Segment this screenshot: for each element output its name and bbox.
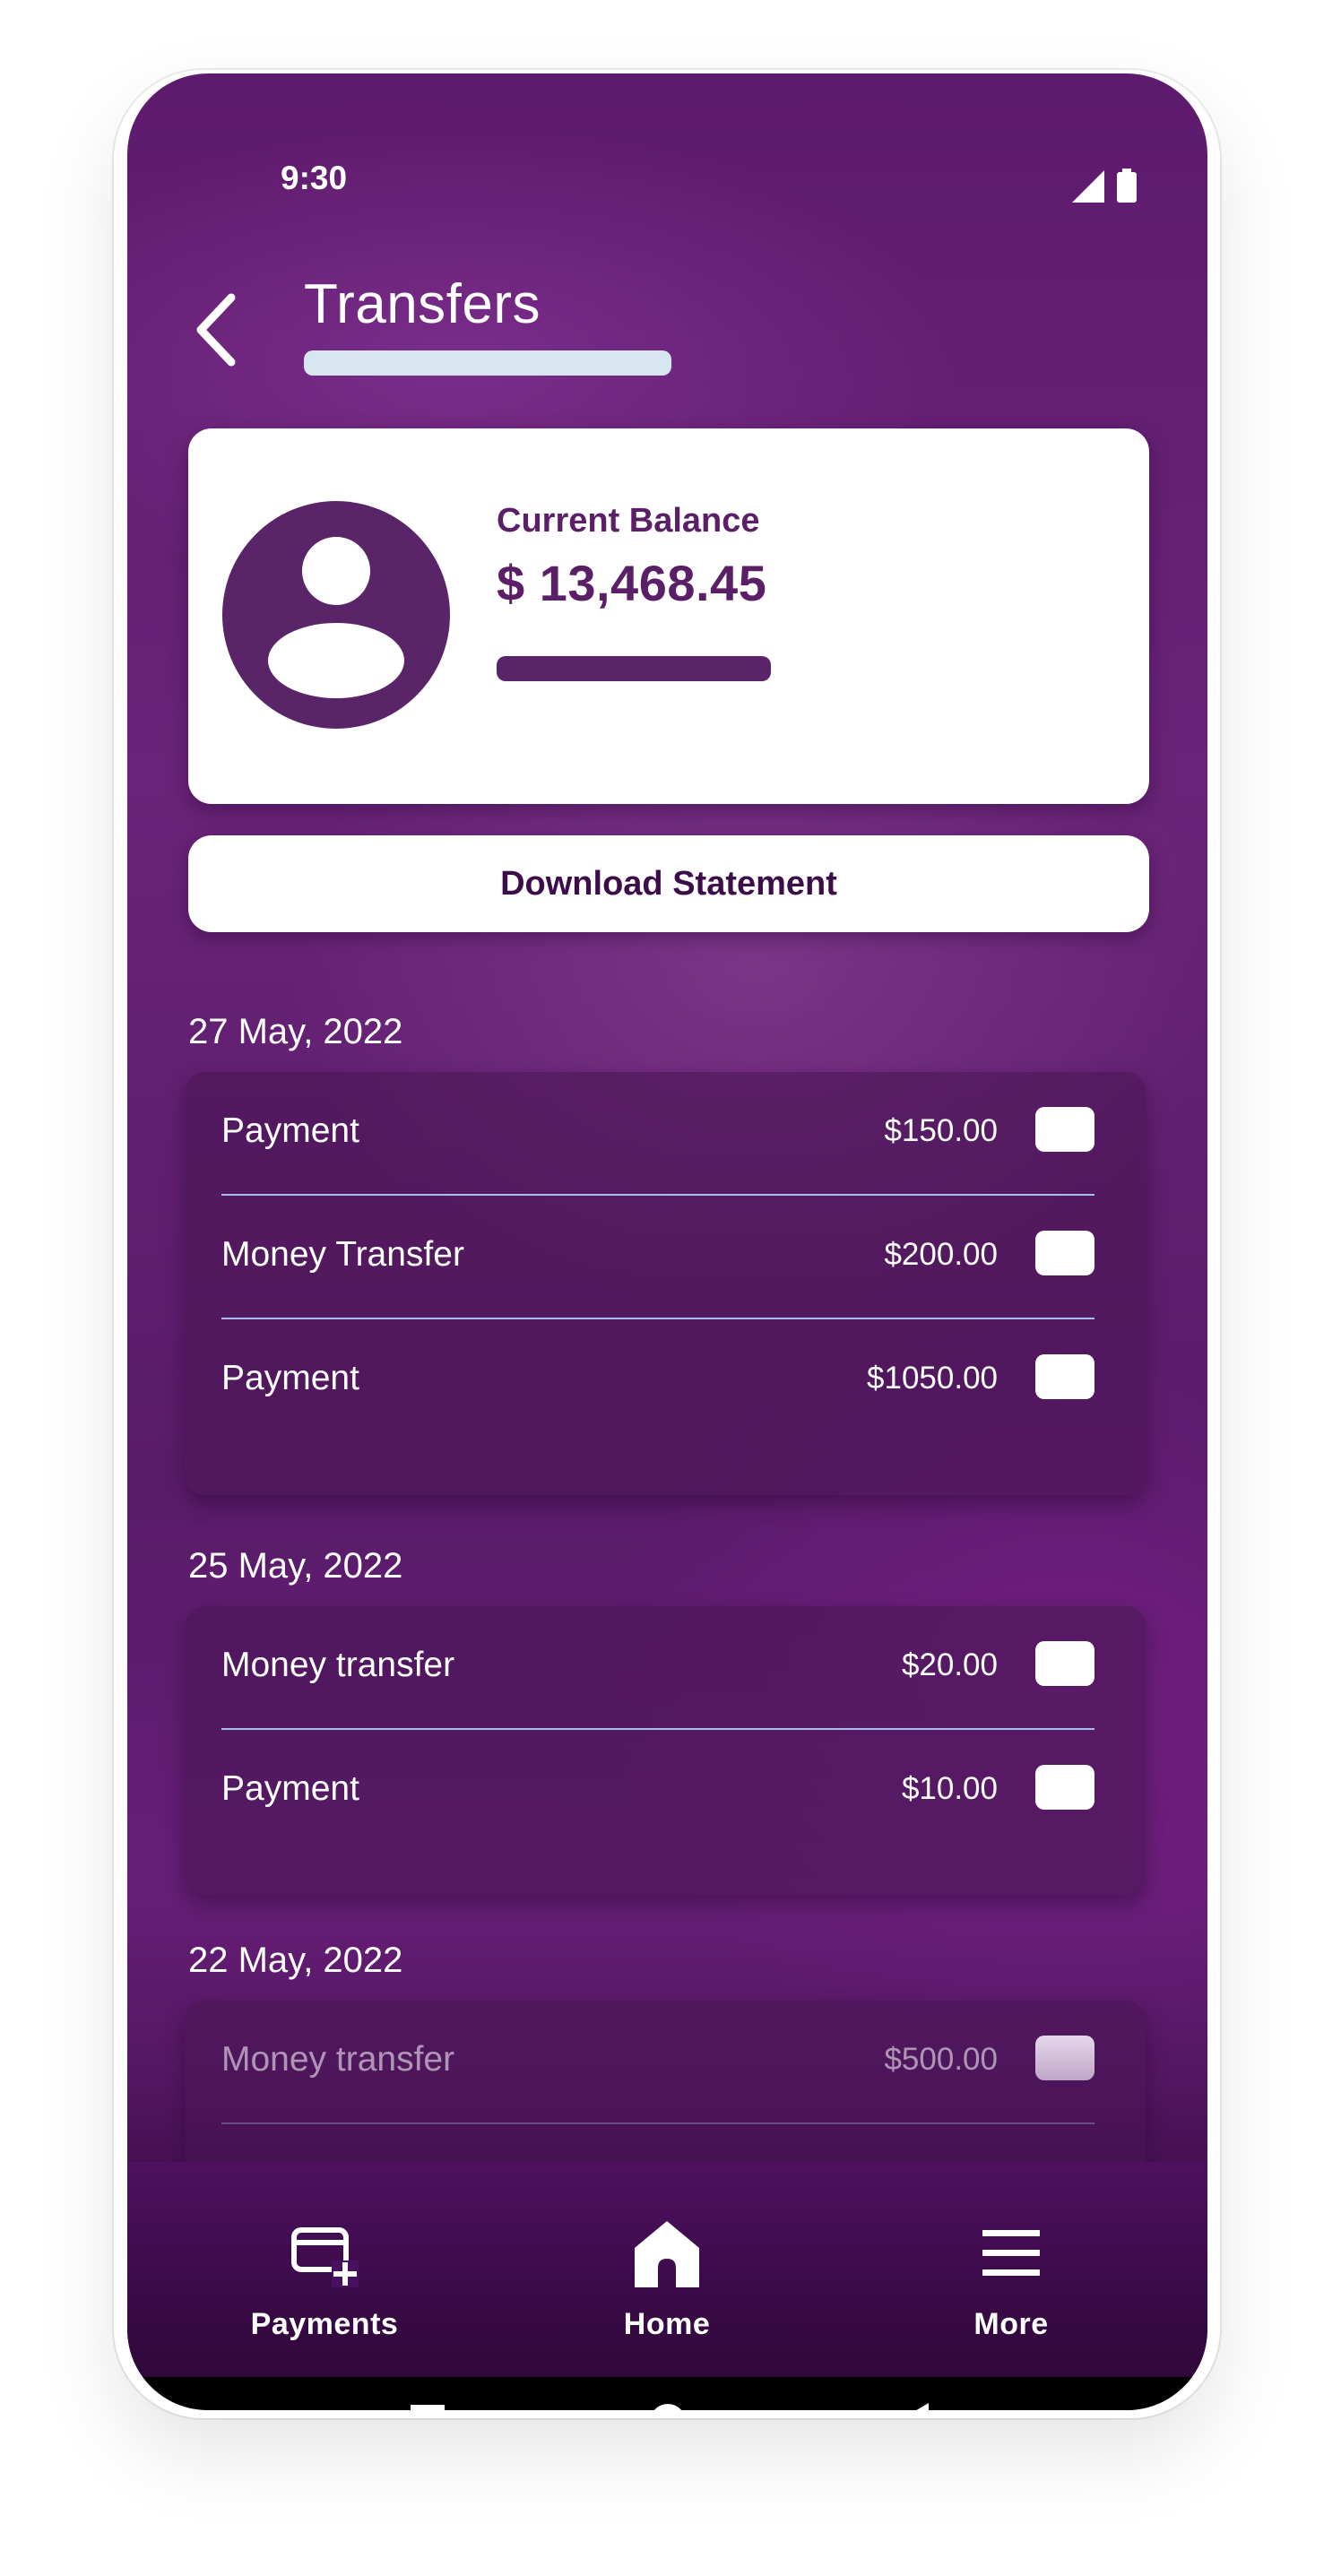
transaction-row[interactable]: Money Transfer $200.00 — [221, 1196, 1094, 1319]
menu-icon — [982, 2230, 1040, 2276]
transaction-checkbox[interactable] — [1035, 1107, 1094, 1152]
nav-label: Home — [623, 2307, 711, 2341]
battery-icon — [1117, 169, 1137, 203]
transaction-row[interactable]: Money transfer $500.00 — [221, 2001, 1094, 2124]
nav-label: More — [973, 2307, 1049, 2341]
chevron-left-icon — [196, 293, 236, 367]
transaction-amount: $1050.00 — [867, 1361, 998, 1396]
back-button[interactable] — [186, 285, 249, 375]
user-avatar-icon — [222, 501, 450, 729]
transaction-row[interactable]: Payment $10.00 — [221, 1730, 1094, 1854]
date-label: 27 May, 2022 — [188, 1012, 403, 1051]
system-nav-bar — [127, 2377, 1207, 2410]
download-statement-button[interactable]: Download Statement — [188, 835, 1149, 932]
card-add-icon — [291, 2227, 359, 2287]
balance-label: Current Balance — [497, 502, 760, 540]
page-title: Transfers — [304, 273, 541, 335]
transaction-amount: $10.00 — [901, 1771, 998, 1806]
signal-icon — [1072, 170, 1104, 203]
nav-item-home[interactable]: Home — [532, 2162, 801, 2386]
nav-item-more[interactable]: More — [877, 2162, 1146, 2386]
transaction-amount: $20.00 — [901, 1647, 998, 1682]
balance-card: Current Balance $ 13,468.45 — [188, 428, 1149, 804]
transaction-group: Payment $150.00 Money Transfer $200.00 P… — [186, 1072, 1146, 1495]
balance-placeholder-bar — [497, 656, 771, 681]
title-underline — [304, 350, 671, 376]
transaction-amount: $150.00 — [884, 1113, 998, 1148]
transaction-row[interactable]: Payment $1050.00 — [221, 1319, 1094, 1443]
transaction-checkbox[interactable] — [1035, 1765, 1094, 1810]
row-divider — [221, 2122, 1094, 2124]
status-icons — [1072, 169, 1137, 203]
phone-frame: 9:30 Transfers Current Balance $ 13,468.… — [114, 70, 1220, 2418]
transaction-checkbox[interactable] — [1035, 1641, 1094, 1686]
status-time: 9:30 — [281, 160, 348, 196]
transaction-checkbox[interactable] — [1035, 1231, 1094, 1275]
transaction-label: Payment — [221, 1111, 359, 1150]
balance-amount: $ 13,468.45 — [497, 555, 767, 611]
date-label: 22 May, 2022 — [188, 1941, 403, 1980]
transaction-label: Money transfer — [221, 2040, 455, 2079]
transaction-amount: $200.00 — [884, 1237, 998, 1272]
triangle-back-icon[interactable] — [891, 2399, 936, 2410]
home-icon — [635, 2221, 699, 2287]
transaction-group: Money transfer $20.00 Payment $10.00 — [186, 1606, 1146, 1895]
app-screen: 9:30 Transfers Current Balance $ 13,468.… — [127, 73, 1207, 2410]
bottom-nav: Payments Home More — [127, 2162, 1207, 2386]
nav-item-payments[interactable]: Payments — [190, 2162, 459, 2386]
nav-label: Payments — [250, 2307, 399, 2341]
transaction-row[interactable]: Payment $150.00 — [221, 1072, 1094, 1196]
date-label: 25 May, 2022 — [188, 1546, 403, 1586]
square-recents-icon[interactable] — [405, 2399, 450, 2410]
transaction-amount: $500.00 — [884, 2042, 998, 2077]
transaction-label: Money Transfer — [221, 1235, 464, 1274]
transaction-label: Payment — [221, 1769, 359, 1808]
transaction-label: Payment — [221, 1359, 359, 1397]
transaction-row[interactable]: Money transfer $20.00 — [221, 1606, 1094, 1730]
transaction-checkbox[interactable] — [1035, 1354, 1094, 1399]
transaction-checkbox[interactable] — [1035, 2036, 1094, 2080]
transaction-label: Money transfer — [221, 1646, 455, 1684]
circle-home-icon[interactable] — [645, 2399, 690, 2410]
